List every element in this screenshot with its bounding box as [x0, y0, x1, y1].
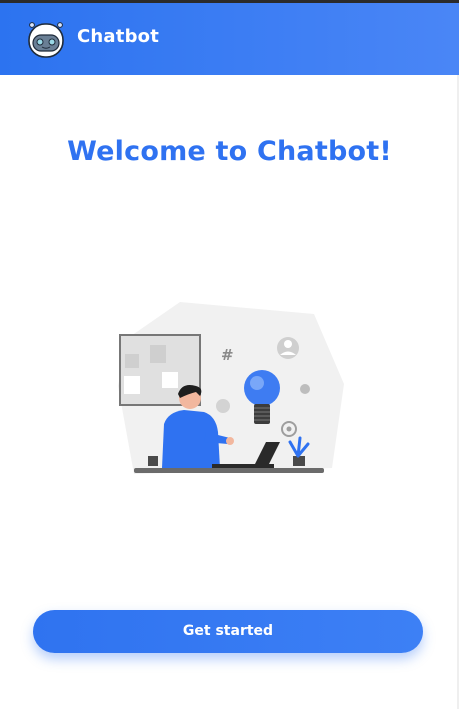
- get-started-button[interactable]: Get started: [33, 610, 423, 653]
- app-title: Chatbot: [77, 26, 160, 47]
- app-header: Chatbot: [0, 3, 459, 75]
- welcome-heading: Welcome to Chatbot!: [67, 136, 392, 167]
- person-idea-laptop-illustration: #: [118, 302, 344, 474]
- svg-text:#: #: [221, 346, 234, 364]
- robot-face-icon: [28, 22, 64, 58]
